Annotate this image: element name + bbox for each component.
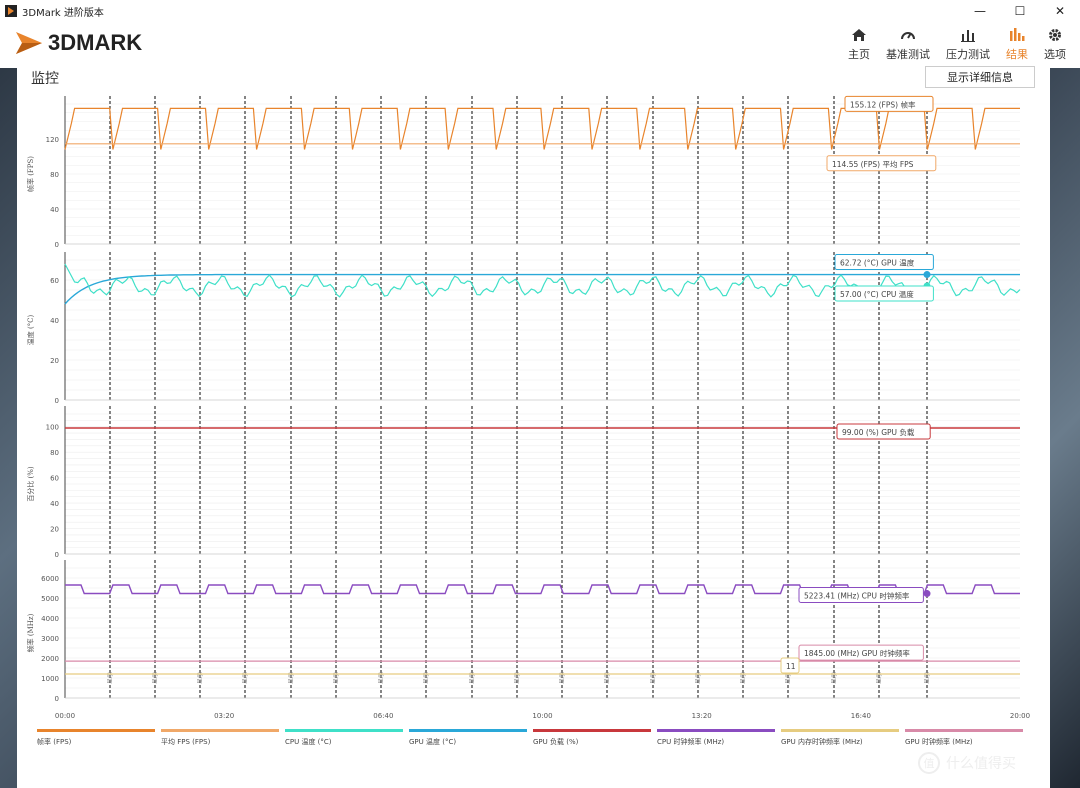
y-axis-label: 百分比 (%) <box>26 466 35 502</box>
window-title: 3DMark 进阶版本 <box>22 7 104 19</box>
callout-text: 155.12 (FPS) 帧率 <box>850 99 916 109</box>
series-end-dot <box>923 590 931 598</box>
app-icon <box>5 5 17 17</box>
nav-item-benchmark[interactable]: 基准测试 <box>880 24 936 62</box>
x-tick-label: 06:40 <box>373 712 393 720</box>
x-tick-label: 13:20 <box>692 712 712 720</box>
y-axis-label: 频率 (MHz) <box>26 613 35 652</box>
callout-text: 1845.00 (MHz) GPU 时钟频率 <box>804 648 910 658</box>
y-tick-label: 80 <box>50 449 59 457</box>
nav-label: 主页 <box>848 48 870 61</box>
callout-text: 5223.41 (MHz) CPU 时钟频率 <box>804 591 910 601</box>
legend-item[interactable]: CPU 温度 (°C) <box>285 729 403 747</box>
legend-label: GPU 温度 (°C) <box>409 738 457 746</box>
nav-item-stress-test[interactable]: 压力测试 <box>940 24 996 62</box>
monitoring-panel: 监控 显示详细信息 0 40 80 120 帧率 (FPS) 0 20 40 60 温度 (°C)… <box>17 66 1050 788</box>
callout-text: 11 <box>786 662 796 671</box>
watermark-text: 什么值得买 <box>946 756 1016 772</box>
legend-label: GPU 负载 (%) <box>533 738 579 746</box>
y-tick-label: 40 <box>50 206 59 214</box>
y-tick-label: 4000 <box>41 615 59 623</box>
legend-item[interactable]: GPU 时钟频率 (MHz) <box>905 729 1023 747</box>
watermark-logo: 值 <box>918 752 940 774</box>
legend-item[interactable]: 平均 FPS (FPS) <box>161 729 279 747</box>
maximize-button[interactable]: ☐ <box>1000 0 1040 22</box>
legend-item[interactable]: CPU 时钟频率 (MHz) <box>657 729 775 747</box>
nav-item-options[interactable]: 选项 <box>1038 24 1072 62</box>
legend-swatch <box>781 729 899 732</box>
y-tick-label: 80 <box>50 171 59 179</box>
y-tick-label: 0 <box>55 397 59 405</box>
close-button[interactable]: ✕ <box>1040 0 1080 22</box>
3dmark-logo-icon <box>16 32 42 54</box>
y-tick-label: 20 <box>50 526 59 534</box>
y-tick-label: 100 <box>46 424 59 432</box>
nav-label: 结果 <box>1006 48 1028 61</box>
legend-label: 帧率 (FPS) <box>37 738 72 746</box>
results-icon <box>1010 28 1025 41</box>
main-nav: 主页 基准测试 压力测试 结果 选项 <box>838 24 1072 62</box>
nav-item-home[interactable]: 主页 <box>842 24 876 62</box>
minimize-button[interactable]: — <box>960 0 1000 22</box>
nav-label: 选项 <box>1044 48 1066 61</box>
y-tick-label: 120 <box>46 136 59 144</box>
y-tick-label: 3000 <box>41 635 59 643</box>
legend-swatch <box>37 729 155 732</box>
y-tick-label: 0 <box>55 551 59 559</box>
legend-swatch <box>285 729 403 732</box>
home-icon <box>852 29 866 41</box>
legend-swatch <box>657 729 775 732</box>
nav-item-results[interactable]: 结果 <box>1000 24 1034 62</box>
y-tick-label: 60 <box>50 277 59 285</box>
callout-text: 62.72 (°C) GPU 温度 <box>840 258 915 268</box>
legend-item[interactable]: GPU 内存时钟频率 (MHz) <box>781 729 899 747</box>
gear-icon <box>1049 29 1061 41</box>
x-tick-label: 16:40 <box>851 712 871 720</box>
y-tick-label: 5000 <box>41 595 59 603</box>
y-tick-label: 2000 <box>41 655 59 663</box>
legend-swatch <box>905 729 1023 732</box>
legend-label: CPU 温度 (°C) <box>285 738 332 746</box>
legend-label: 平均 FPS (FPS) <box>161 738 211 746</box>
y-tick-label: 6000 <box>41 575 59 583</box>
monitoring-charts: 0 40 80 120 帧率 (FPS) 0 20 40 60 温度 (°C) 0 20 40 60 80 1… <box>26 95 1030 720</box>
y-axis-label: 帧率 (FPS) <box>26 156 35 192</box>
y-tick-label: 0 <box>55 695 59 703</box>
x-tick-label: 10:00 <box>532 712 552 720</box>
legend-label: CPU 时钟频率 (MHz) <box>657 738 725 746</box>
logo-text: 3DMARK <box>48 30 143 55</box>
x-tick-label: 03:20 <box>214 712 234 720</box>
legend-swatch <box>533 729 651 732</box>
x-tick-label: 00:00 <box>55 712 75 720</box>
y-tick-label: 60 <box>50 475 59 483</box>
y-axis-label: 温度 (°C) <box>26 314 35 345</box>
y-tick-label: 40 <box>50 317 59 325</box>
chart-legend: 帧率 (FPS) 平均 FPS (FPS) CPU 温度 (°C) GPU 温度 (°… <box>37 729 1037 749</box>
legend-swatch <box>161 729 279 732</box>
window-titlebar: 3DMark 进阶版本 — ☐ ✕ <box>0 0 1080 22</box>
series-end-dot <box>923 271 931 279</box>
y-tick-label: 0 <box>55 241 59 249</box>
legend-item[interactable]: GPU 温度 (°C) <box>409 729 527 747</box>
legend-item[interactable]: 帧率 (FPS) <box>37 729 155 747</box>
callout-text: 99.00 (%) GPU 负载 <box>842 427 915 437</box>
app-header: 3DMARK 主页 基准测试 压力测试 结果 选项 <box>0 22 1080 68</box>
watermark: 值 什么值得买 <box>918 752 1016 774</box>
callout-text: 114.55 (FPS) 平均 FPS <box>832 159 914 169</box>
nav-label: 压力测试 <box>946 48 990 61</box>
3dmark-logo[interactable]: 3DMARK <box>14 28 142 58</box>
nav-label: 基准测试 <box>886 48 930 61</box>
legend-label: GPU 时钟频率 (MHz) <box>905 738 973 746</box>
legend-item[interactable]: GPU 负载 (%) <box>533 729 651 747</box>
x-tick-label: 20:00 <box>1010 712 1030 720</box>
bars-icon <box>961 30 975 42</box>
callout-text: 57.00 (°C) CPU 温度 <box>840 289 914 299</box>
y-tick-label: 20 <box>50 357 59 365</box>
legend-swatch <box>409 729 527 732</box>
gauge-icon <box>901 32 915 40</box>
y-tick-label: 40 <box>50 500 59 508</box>
legend-label: GPU 内存时钟频率 (MHz) <box>781 738 863 746</box>
y-tick-label: 1000 <box>41 675 59 683</box>
